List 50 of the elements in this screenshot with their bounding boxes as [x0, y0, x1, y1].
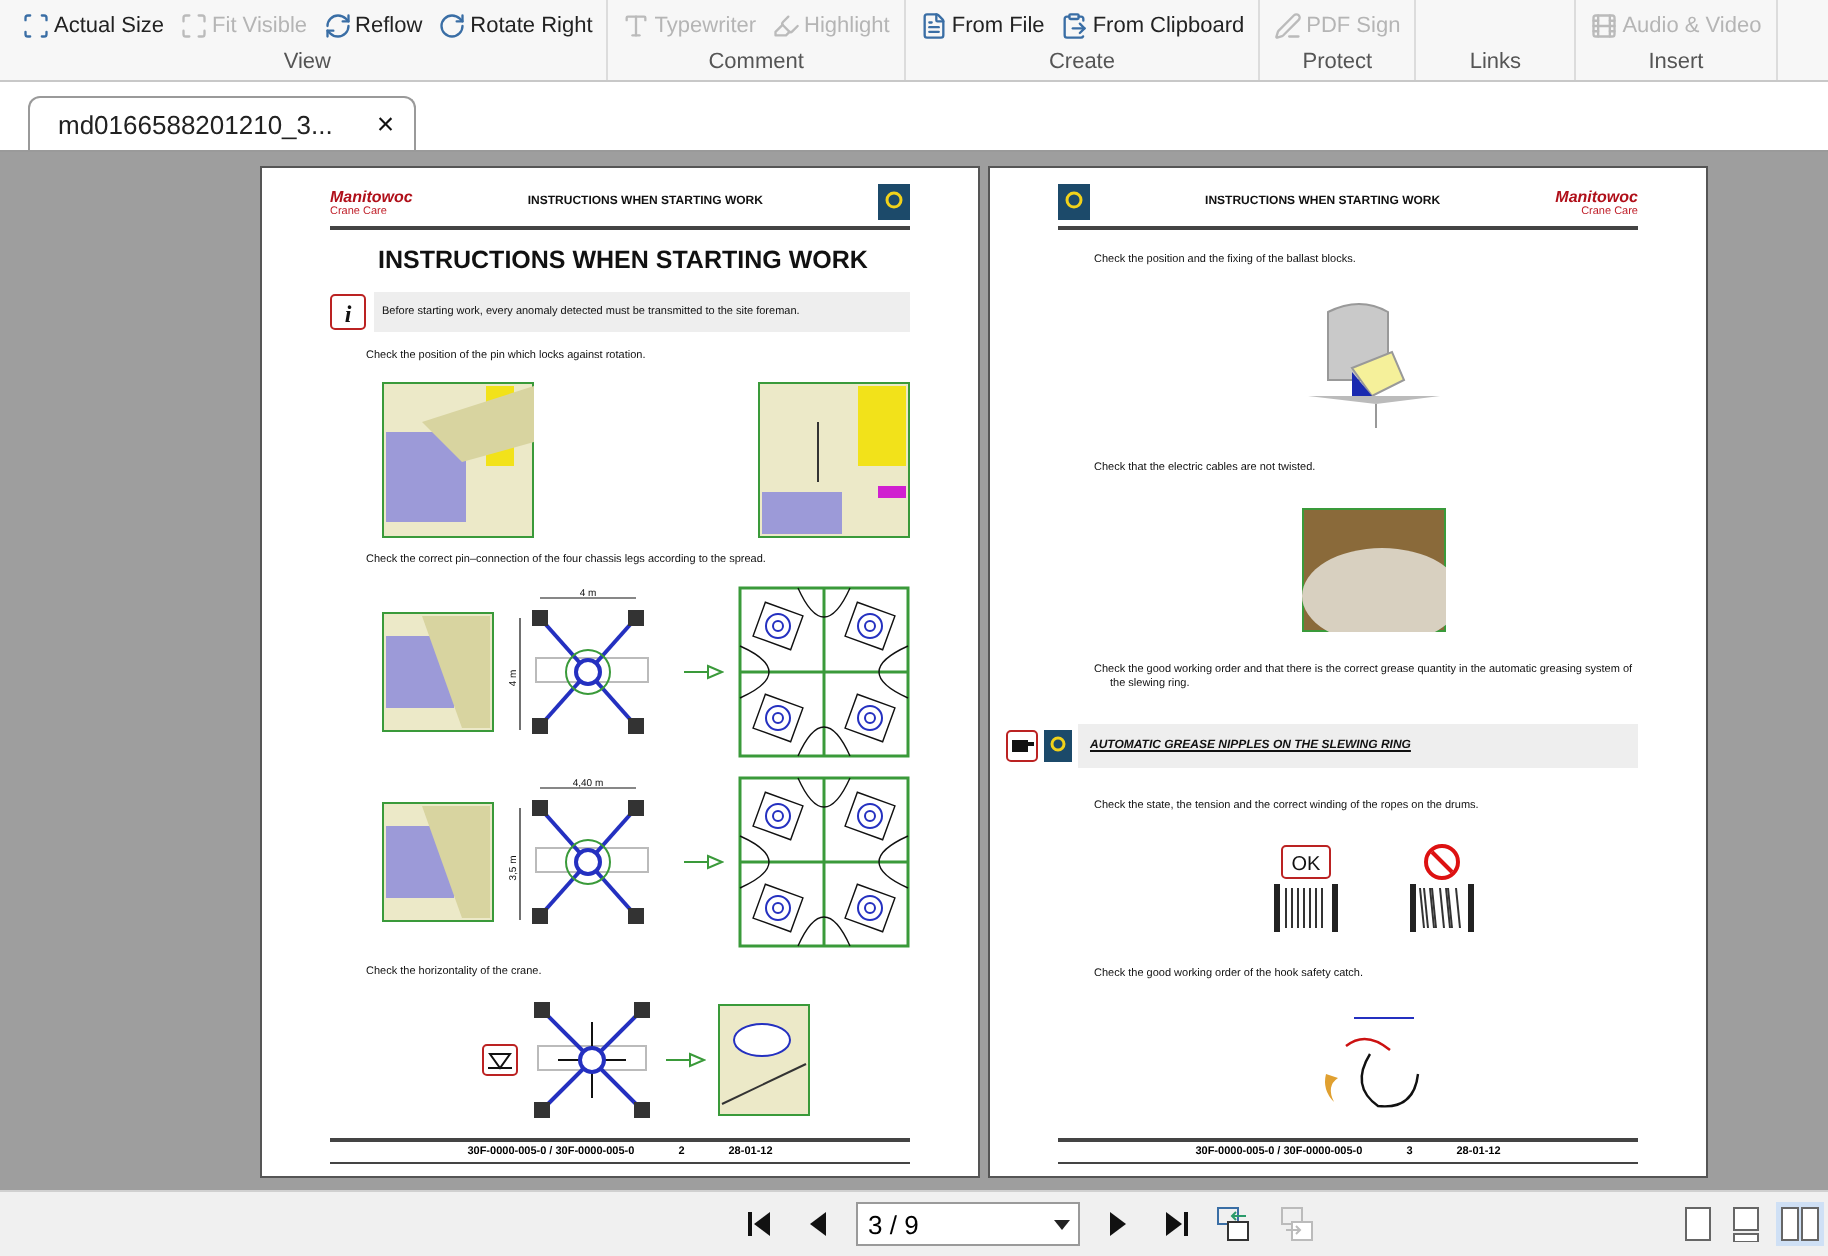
page-layout-icon	[1732, 1206, 1760, 1242]
arrow-icon	[683, 664, 724, 681]
ribbon-button[interactable]: Rotate Right	[436, 12, 595, 40]
group-label: Create	[1048, 50, 1115, 74]
close-button[interactable]: ×	[376, 107, 395, 141]
photo-placeholder	[1302, 508, 1446, 633]
page-back-icon	[1216, 1206, 1252, 1242]
reflow-icon	[323, 12, 352, 40]
view-mode-button[interactable]	[1728, 1202, 1764, 1246]
outrigger-diagram	[530, 997, 654, 1122]
text-icon	[622, 12, 651, 40]
document-icon	[919, 12, 948, 40]
highlighter-icon	[772, 12, 801, 40]
ribbon-button[interactable]: Actual Size	[20, 12, 167, 40]
view-mode-button[interactable]	[1680, 1202, 1716, 1246]
last-page-icon	[1160, 1210, 1188, 1238]
pen-icon	[1274, 12, 1303, 40]
rotate-icon	[438, 12, 467, 40]
leg-photo	[382, 801, 494, 922]
group-label: Links	[1469, 50, 1522, 74]
drum-drawing: OK	[1266, 844, 1346, 937]
page-number-field[interactable]: 3 / 9	[856, 1202, 1080, 1246]
page-forward-icon	[1280, 1206, 1316, 1242]
hand-icon	[1006, 729, 1038, 762]
fit-icon	[22, 12, 50, 40]
arrow-icon	[683, 853, 724, 870]
level-photo	[718, 1003, 810, 1116]
arrow-icon	[666, 1051, 706, 1068]
page-heading: INSTRUCTIONS WHEN STARTING WORK	[376, 246, 870, 275]
level-icon	[482, 1043, 518, 1076]
dropdown-icon	[1054, 1219, 1070, 1229]
document-tab[interactable]: md0166588201210_3... ×	[28, 96, 417, 150]
clipboard-icon	[1060, 12, 1089, 40]
logo-text: Manitowoc	[1555, 187, 1638, 205]
first-page-icon	[748, 1210, 776, 1238]
view-mode-button[interactable]	[1776, 1202, 1824, 1246]
logo-text: Manitowoc	[330, 187, 413, 205]
film-icon	[1590, 12, 1619, 40]
leg-photo	[382, 612, 494, 733]
info-icon: i	[330, 294, 366, 331]
fit-icon	[180, 12, 209, 40]
page-layout-icon	[1780, 1206, 1820, 1242]
ribbon-button[interactable]: From Clipboard	[1058, 12, 1247, 40]
group-label: View	[283, 50, 331, 74]
ribbon-button[interactable]: Reflow	[321, 12, 425, 40]
page-layout-icon	[1684, 1206, 1712, 1242]
group-label: Insert	[1648, 50, 1704, 74]
group-label: Protect	[1302, 50, 1373, 74]
ribbon-button[interactable]: From File	[917, 12, 1047, 40]
group-label: Comment	[708, 50, 804, 74]
